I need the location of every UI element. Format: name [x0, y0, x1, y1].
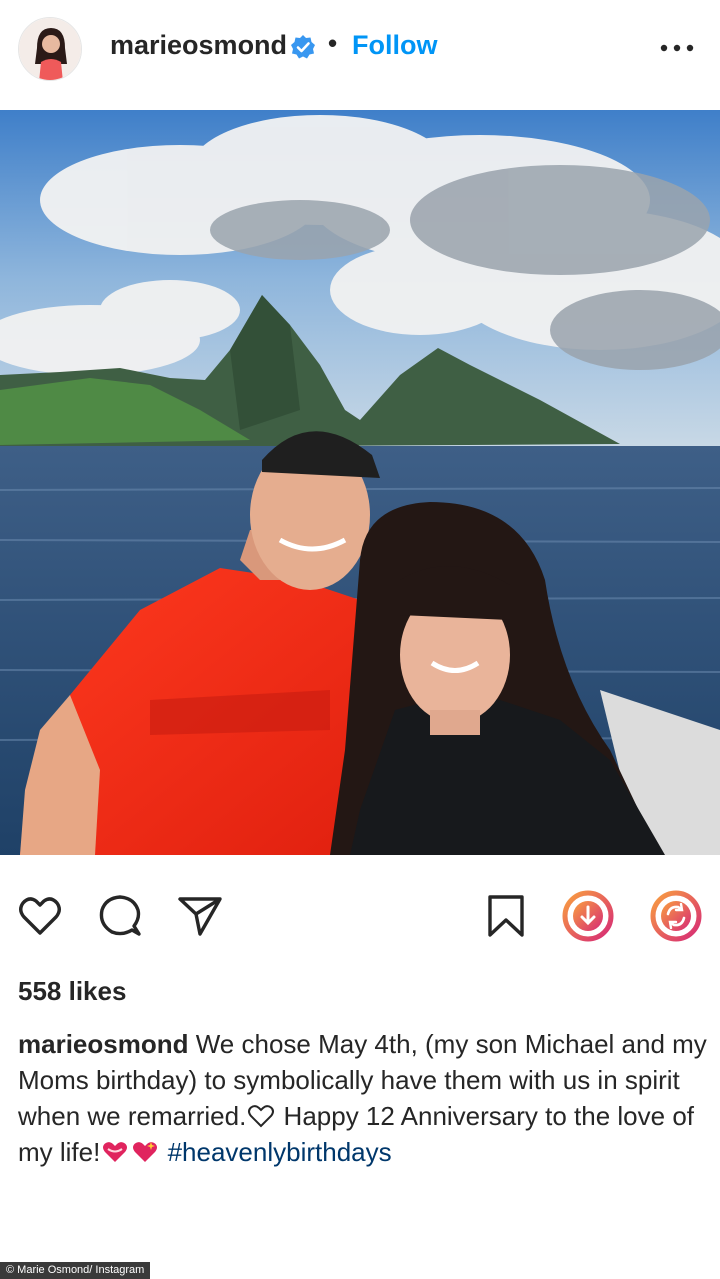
sparkling-heart-icon [133, 1142, 158, 1162]
post-photo[interactable] [0, 110, 720, 855]
heart-ribbon-icon [103, 1142, 128, 1162]
bookmark-icon[interactable] [482, 892, 530, 940]
comment-icon[interactable] [96, 892, 144, 940]
photo-credit: © Marie Osmond/ Instagram [0, 1262, 151, 1279]
more-options-icon[interactable] [656, 34, 700, 62]
share-icon[interactable] [176, 892, 224, 940]
follow-button[interactable]: Follow [352, 30, 437, 61]
post-caption: marieosmond We chose May 4th, (my son Mi… [18, 1026, 708, 1170]
outline-heart-icon [248, 1105, 275, 1128]
post-username[interactable]: marieosmond [110, 30, 287, 61]
repost-icon[interactable] [650, 890, 702, 942]
separator-dot: • [328, 28, 338, 58]
verified-badge-icon [291, 35, 315, 59]
action-bar [0, 880, 720, 950]
likes-count[interactable]: 558 likes [18, 976, 126, 1007]
post-header: marieosmond • Follow [0, 0, 720, 98]
hashtag-link[interactable]: #heavenlybirthdays [168, 1137, 392, 1167]
heart-icon[interactable] [16, 892, 64, 940]
profile-avatar[interactable] [18, 17, 82, 81]
caption-username[interactable]: marieosmond [18, 1029, 189, 1059]
download-icon[interactable] [562, 890, 614, 942]
